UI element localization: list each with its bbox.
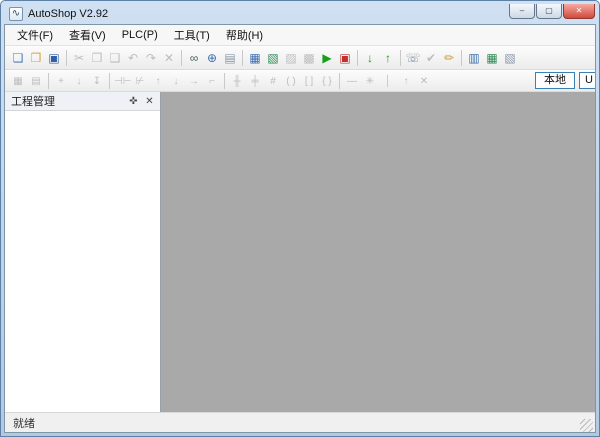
- workspace: [161, 92, 595, 412]
- panel-close-icon[interactable]: ✕: [143, 95, 156, 108]
- upload-icon[interactable]: ↑: [379, 49, 397, 67]
- open-folder-icon[interactable]: ❒: [27, 49, 45, 67]
- toolbar-separator: [109, 72, 110, 89]
- zoom-icon[interactable]: ⊕: [203, 49, 221, 67]
- status-bar: 就绪: [5, 412, 595, 432]
- device-monitor-icon[interactable]: ▥: [465, 49, 483, 67]
- pin-icon[interactable]: ✜: [127, 95, 140, 108]
- ladder-toolbar: ▦ ▤ + ↓ ↧ ⊣⊢ ⊬ ↑ ↓ → ⌐ ╫ ╪ # ( ) [ ] { } — ✳ │ ↑ ✕ 本地 U: [5, 70, 595, 92]
- toolbar-separator: [461, 49, 462, 66]
- minimize-button[interactable]: –: [509, 4, 535, 19]
- close-button[interactable]: ✕: [563, 4, 595, 19]
- save-icon[interactable]: ▣: [45, 49, 63, 67]
- toolbar-separator: [242, 49, 243, 66]
- find-icon[interactable]: ∞: [185, 49, 203, 67]
- download-icon[interactable]: ↓: [361, 49, 379, 67]
- corner-line-icon: ⌐: [209, 75, 215, 87]
- menu-plc[interactable]: PLC(P): [114, 26, 166, 44]
- cut-icon: ✂: [73, 50, 85, 65]
- open-contact-icon: ⊣⊢: [114, 75, 132, 87]
- undo-icon: ↶: [127, 50, 139, 65]
- compile-check-icon: ✔: [425, 50, 437, 65]
- menu-bar: 文件(F) 查看(V) PLC(P) 工具(T) 帮助(H): [5, 25, 595, 46]
- menu-tools[interactable]: 工具(T): [166, 24, 218, 46]
- window-cascade-icon[interactable]: ▦: [246, 49, 264, 67]
- project-panel-header: 工程管理 ✜ ✕: [5, 92, 160, 111]
- stop-monitor-icon[interactable]: ▣: [336, 49, 354, 67]
- run-icon[interactable]: ▶: [318, 49, 336, 67]
- comm-settings-icon[interactable]: ☏: [404, 49, 422, 67]
- app-icon: ∿: [9, 6, 23, 21]
- print-icon[interactable]: ▤: [221, 49, 239, 67]
- options-icon[interactable]: ▧: [501, 49, 519, 67]
- copy-icon: ❐: [91, 50, 103, 65]
- project-tree[interactable]: [5, 111, 160, 412]
- title-bar[interactable]: ∿ AutoShop V2.92 – ▢ ✕: [1, 1, 599, 23]
- vline-tool-icon: │: [384, 75, 392, 87]
- client-area: 文件(F) 查看(V) PLC(P) 工具(T) 帮助(H) ❏ ❒ ▣ ✂ ❐ ❑ ↶ ↷ ✕ ∞ ⊕ ▤ ▦…: [4, 24, 596, 433]
- move-down-icon: ↧: [92, 75, 102, 87]
- toolbar-separator: [48, 72, 49, 89]
- coil-icon: ( ): [286, 75, 296, 87]
- delete-branch-icon: ✕: [419, 75, 429, 87]
- apply-block-icon: [ ]: [304, 75, 314, 87]
- project-panel-title: 工程管理: [11, 96, 55, 108]
- menu-help[interactable]: 帮助(H): [218, 24, 271, 46]
- output-window-icon: ▨: [285, 50, 297, 65]
- delete-icon: ✕: [163, 50, 175, 65]
- toolbar-separator: [66, 49, 67, 66]
- new-file-icon[interactable]: ❏: [9, 49, 27, 67]
- usb-mode-button[interactable]: U: [579, 72, 595, 89]
- toolbar-separator: [400, 49, 401, 66]
- maximize-button[interactable]: ▢: [536, 4, 562, 19]
- ladder-tools: ▦ ▤ + ↓ ↧ ⊣⊢ ⊬ ↑ ↓ → ⌐ ╫ ╪ # ( ) [ ] { } — ✳ │ ↑ ✕: [9, 72, 433, 90]
- horizontal-line-icon: →: [189, 75, 199, 87]
- resize-grip[interactable]: [580, 419, 593, 432]
- hline-tool-icon: —: [347, 75, 357, 87]
- convert-icon: ✳: [365, 75, 375, 87]
- paste-icon: ❑: [109, 50, 121, 65]
- il-view-icon: ▤: [31, 75, 41, 87]
- status-text: 就绪: [13, 417, 35, 430]
- local-mode-button[interactable]: 本地: [535, 72, 575, 89]
- toolbar-separator: [224, 72, 225, 89]
- toolbar-separator: [339, 72, 340, 89]
- parallel-closed-icon: ╪: [251, 75, 259, 87]
- rising-edge-icon: ↑: [155, 75, 161, 87]
- up-branch-icon: ↑: [403, 75, 409, 87]
- watch-window-icon: ▩: [303, 50, 315, 65]
- window-title: AutoShop V2.92: [28, 7, 109, 20]
- redo-icon: ↷: [145, 50, 157, 65]
- closed-contact-icon: ⊬: [135, 75, 145, 87]
- falling-edge-icon: ↓: [173, 75, 179, 87]
- window-controls: – ▢ ✕: [508, 4, 595, 19]
- project-panel: 工程管理 ✜ ✕: [5, 92, 161, 412]
- append-row-icon: ↓: [76, 75, 82, 87]
- main-toolbar: ❏ ❒ ▣ ✂ ❐ ❑ ↶ ↷ ✕ ∞ ⊕ ▤ ▦ ▧ ▨ ▩ ▶ ▣ ↓ ↑ ☏ ✔ ✏ ▥ ▦ ▧: [5, 46, 595, 70]
- menu-view[interactable]: 查看(V): [61, 24, 114, 46]
- app-window: ∿ AutoShop V2.92 – ▢ ✕ 文件(F) 查看(V) PLC(P) 工…: [0, 0, 600, 437]
- menu-file[interactable]: 文件(F): [9, 24, 61, 46]
- func-block-icon: { }: [322, 75, 332, 87]
- toolbar-separator: [181, 49, 182, 66]
- toolbar-separator: [357, 49, 358, 66]
- instruction-tree-icon[interactable]: ▧: [264, 49, 282, 67]
- ladder-view-icon: ▦: [13, 75, 23, 87]
- edit-pencil-icon[interactable]: ✏: [440, 49, 458, 67]
- insert-row-icon: +: [58, 75, 64, 87]
- content-area: 工程管理 ✜ ✕: [5, 92, 595, 412]
- parallel-open-icon: ╫: [233, 75, 241, 87]
- network-grid-icon: #: [270, 75, 276, 87]
- io-table-icon[interactable]: ▦: [483, 49, 501, 67]
